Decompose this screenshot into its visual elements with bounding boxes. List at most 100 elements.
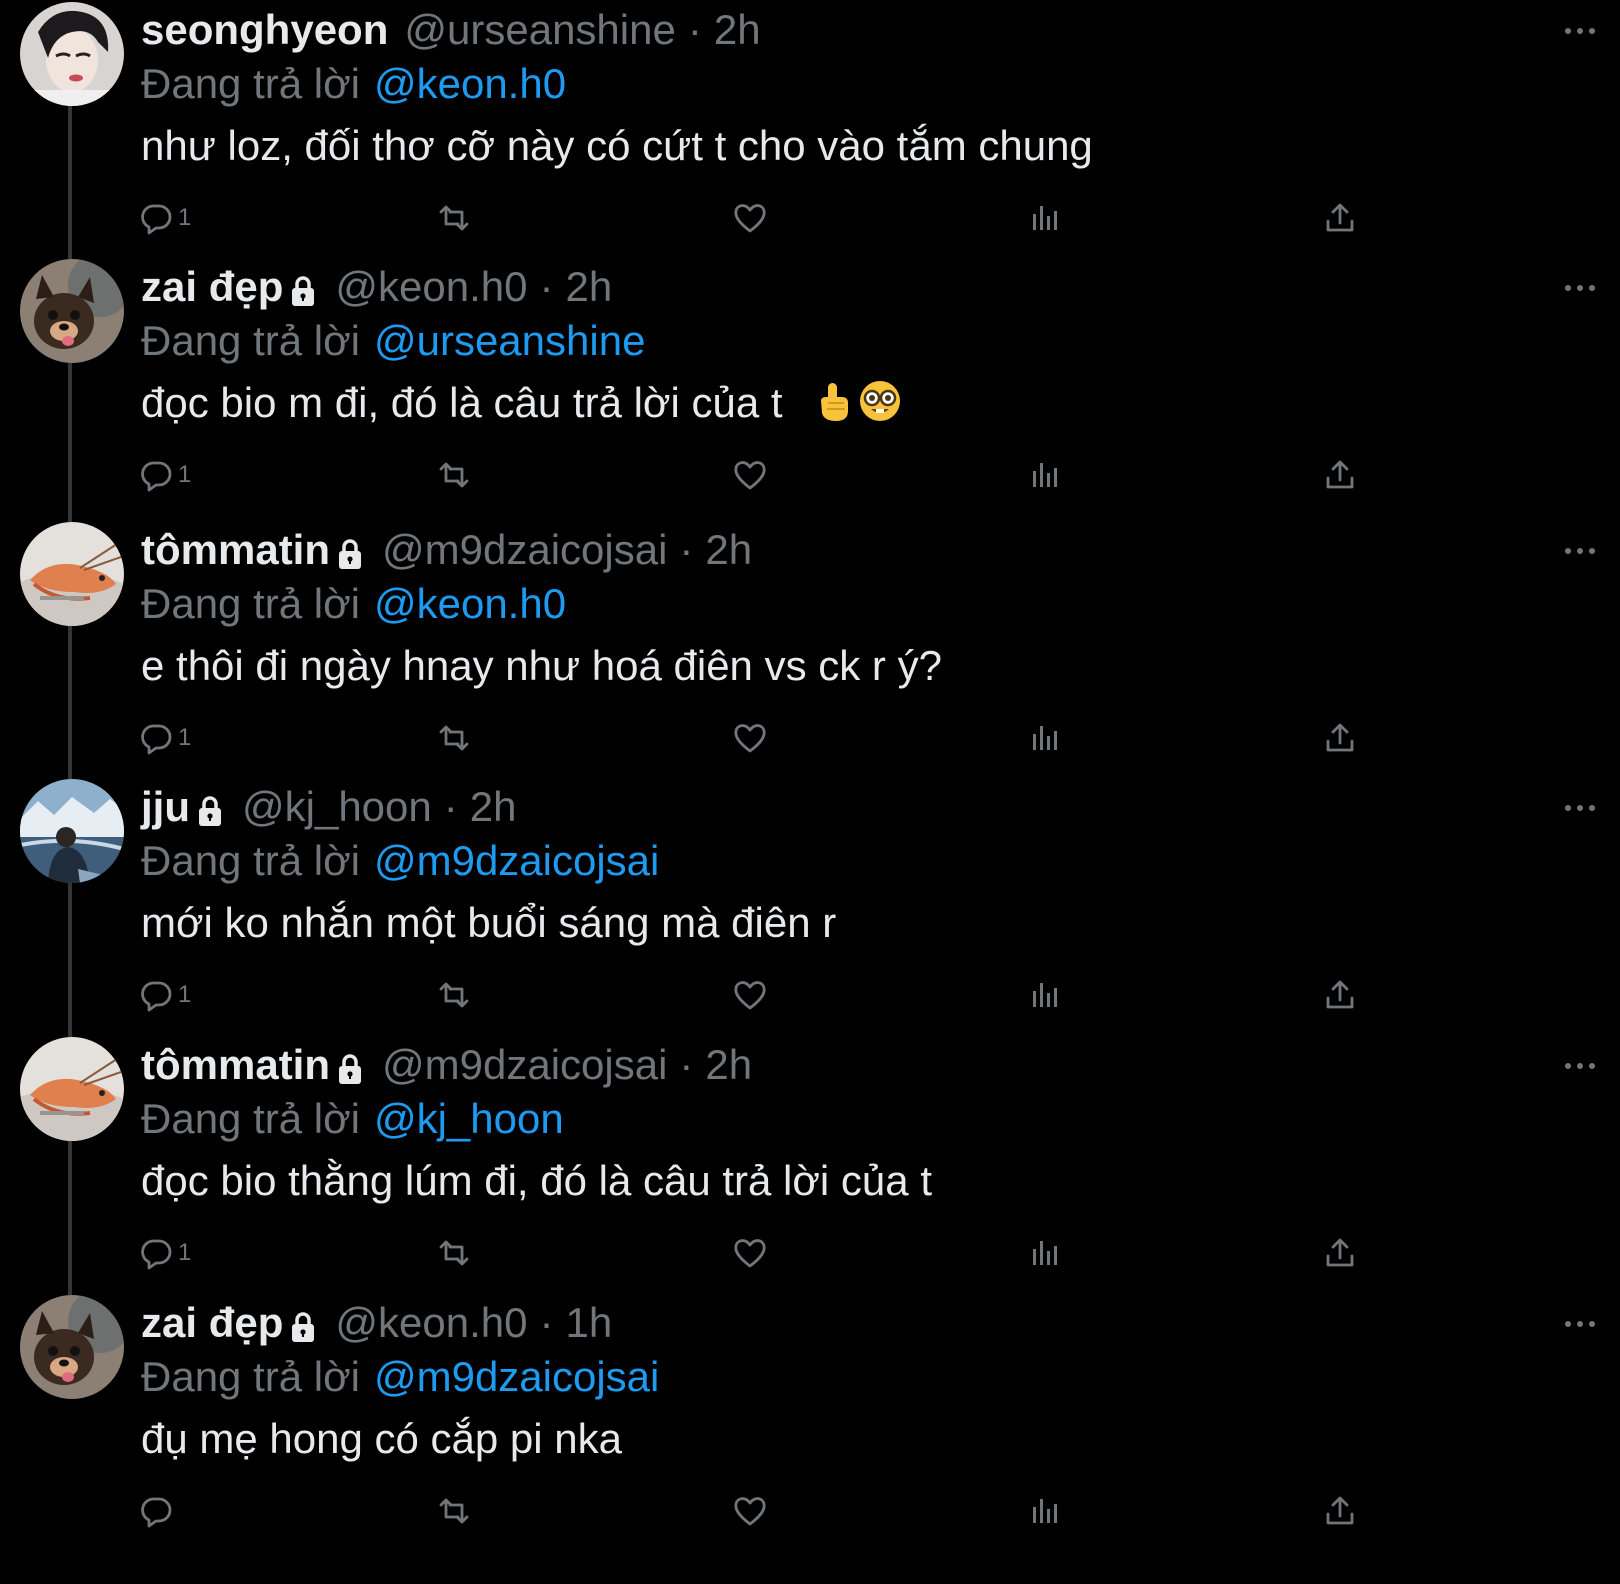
views-button[interactable]	[1028, 453, 1064, 497]
like-icon	[732, 1493, 768, 1529]
like-button[interactable]	[732, 1231, 768, 1275]
replying-to-handle[interactable]: @m9dzaicojsai	[374, 1353, 659, 1401]
share-button[interactable]	[1322, 196, 1358, 240]
more-icon[interactable]	[1560, 793, 1600, 823]
replying-to-line: Đang trả lời @keon.h0	[141, 58, 566, 110]
replying-to-line: Đang trả lời @urseanshine	[141, 315, 645, 367]
reply-icon	[138, 720, 174, 756]
like-icon	[732, 720, 768, 756]
share-button[interactable]	[1322, 1231, 1358, 1275]
timestamp[interactable]: 2h	[565, 263, 612, 311]
views-button[interactable]	[1028, 1231, 1064, 1275]
tweet-text: mới ko nhắn một buổi sáng mà điên r	[141, 899, 836, 947]
dog-avatar[interactable]	[20, 1295, 124, 1399]
display-name[interactable]: tômmatin	[141, 1041, 330, 1089]
more-icon[interactable]	[1560, 273, 1600, 303]
replying-to-handle[interactable]: @m9dzaicojsai	[374, 837, 659, 885]
user-handle[interactable]: @m9dzaicojsai	[382, 526, 667, 574]
tweet-header: tômmatin @m9dzaicojsai · 2h	[141, 524, 752, 576]
reply-button[interactable]: 1	[138, 973, 191, 1017]
reply-button[interactable]: 1	[138, 1231, 191, 1275]
views-icon	[1028, 1493, 1064, 1529]
views-icon	[1028, 720, 1064, 756]
display-name[interactable]: zai đẹp	[141, 263, 283, 311]
timestamp[interactable]: 2h	[714, 6, 761, 54]
shrimp-avatar[interactable]	[20, 1037, 124, 1141]
tweet-3[interactable]: tômmatin @m9dzaicojsai · 2h Đang trả lời…	[0, 522, 1620, 788]
replying-to-line: Đang trả lời @keon.h0	[141, 578, 566, 630]
tweet-5[interactable]: tômmatin @m9dzaicojsai · 2h Đang trả lời…	[0, 1037, 1620, 1303]
like-button[interactable]	[732, 973, 768, 1017]
timestamp[interactable]: 2h	[705, 526, 752, 574]
display-name[interactable]: zai đẹp	[141, 1299, 283, 1347]
replying-to-handle[interactable]: @keon.h0	[374, 580, 566, 628]
lock-icon	[287, 1310, 319, 1344]
share-icon	[1322, 977, 1358, 1013]
tweet-6[interactable]: zai đẹp @keon.h0 · 1h Đang trả lời @m9dz…	[0, 1295, 1620, 1561]
user-handle[interactable]: @m9dzaicojsai	[382, 1041, 667, 1089]
reply-button[interactable]: 1	[138, 453, 191, 497]
more-icon[interactable]	[1560, 536, 1600, 566]
more-icon[interactable]	[1560, 1309, 1600, 1339]
timestamp[interactable]: 2h	[705, 1041, 752, 1089]
like-button[interactable]	[732, 1489, 768, 1533]
display-name[interactable]: jju	[141, 783, 190, 831]
tweet-4[interactable]: jju @kj_hoon · 2h Đang trả lời @m9dzaico…	[0, 779, 1620, 1045]
share-button[interactable]	[1322, 453, 1358, 497]
share-button[interactable]	[1322, 1489, 1358, 1533]
tweet-2[interactable]: zai đẹp @keon.h0 · 2h Đang trả lời @urse…	[0, 259, 1620, 525]
replying-to-label: Đang trả lời	[141, 60, 360, 107]
user-handle[interactable]: @urseanshine	[404, 6, 675, 54]
views-button[interactable]	[1028, 973, 1064, 1017]
user-handle[interactable]: @kj_hoon	[242, 783, 432, 831]
like-button[interactable]	[732, 453, 768, 497]
tweet-actions: 1	[0, 453, 1620, 497]
tweet-text: đụ mẹ hong có cắp pi nka	[141, 1415, 622, 1463]
retweet-button[interactable]	[436, 973, 472, 1017]
like-button[interactable]	[732, 196, 768, 240]
reply-count: 1	[178, 981, 192, 1008]
retweet-button[interactable]	[436, 1489, 472, 1533]
tweet-actions: 1	[0, 196, 1620, 240]
replying-to-handle[interactable]: @urseanshine	[374, 317, 645, 365]
like-icon	[732, 457, 768, 493]
share-button[interactable]	[1322, 716, 1358, 760]
retweet-button[interactable]	[436, 196, 472, 240]
views-button[interactable]	[1028, 196, 1064, 240]
display-name[interactable]: tômmatin	[141, 526, 330, 574]
dog-avatar[interactable]	[20, 259, 124, 363]
timestamp[interactable]: 2h	[470, 783, 517, 831]
more-icon[interactable]	[1560, 16, 1600, 46]
tweet-text: như loz, đối thơ cỡ này có cứt t cho vào…	[141, 122, 1093, 170]
replying-to-handle[interactable]: @keon.h0	[374, 60, 566, 108]
tweet-header: zai đẹp @keon.h0 · 2h	[141, 261, 612, 313]
reply-button[interactable]: 1	[138, 716, 191, 760]
shrimp-avatar[interactable]	[20, 522, 124, 626]
display-name[interactable]: seonghyeon	[141, 6, 388, 54]
user-handle[interactable]: @keon.h0	[335, 263, 527, 311]
replying-to-handle[interactable]: @kj_hoon	[374, 1095, 564, 1143]
more-icon[interactable]	[1560, 1051, 1600, 1081]
user-handle[interactable]: @keon.h0	[335, 1299, 527, 1347]
reply-button[interactable]: 1	[138, 196, 191, 240]
retweet-button[interactable]	[436, 453, 472, 497]
timestamp[interactable]: 1h	[565, 1299, 612, 1347]
share-icon	[1322, 1493, 1358, 1529]
separator-dot: ·	[687, 6, 702, 53]
share-icon	[1322, 720, 1358, 756]
tweet-actions: 1	[0, 973, 1620, 1017]
retweet-button[interactable]	[436, 716, 472, 760]
glacier-avatar[interactable]	[20, 779, 124, 883]
views-icon	[1028, 200, 1064, 236]
replying-to-line: Đang trả lời @m9dzaicojsai	[141, 1351, 659, 1403]
retweet-button[interactable]	[436, 1231, 472, 1275]
retweet-icon	[436, 200, 472, 236]
reply-button[interactable]	[138, 1489, 178, 1533]
views-button[interactable]	[1028, 1489, 1064, 1533]
views-icon	[1028, 457, 1064, 493]
like-button[interactable]	[732, 716, 768, 760]
views-button[interactable]	[1028, 716, 1064, 760]
girl-portrait-avatar[interactable]	[20, 2, 124, 106]
share-button[interactable]	[1322, 973, 1358, 1017]
tweet-1[interactable]: seonghyeon @urseanshine · 2h Đang trả lờ…	[0, 2, 1620, 268]
